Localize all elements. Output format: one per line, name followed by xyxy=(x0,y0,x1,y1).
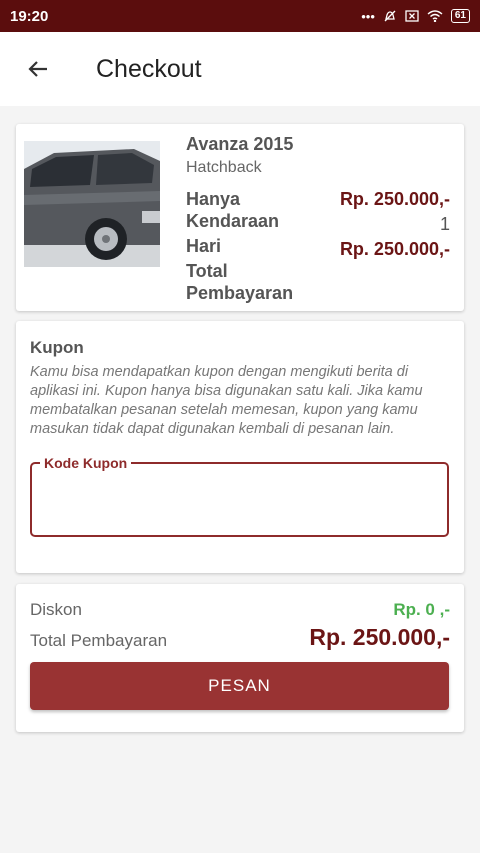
vehicle-card: Avanza 2015 Hatchback Hanya Rp. 250.000,… xyxy=(16,124,464,311)
price-value: Rp. 250.000,- xyxy=(339,189,450,209)
car-image xyxy=(24,141,160,267)
discount-label: Diskon xyxy=(30,600,82,619)
status-bar: 19:20 ••• 61 xyxy=(0,0,480,32)
more-dots-icon: ••• xyxy=(361,8,375,24)
vehicle-name: Avanza 2015 xyxy=(186,134,294,154)
total-payment-value: Rp. 250.000,- xyxy=(309,624,450,650)
coupon-card: Kupon Kamu bisa mendapatkan kupon dengan… xyxy=(16,321,464,573)
status-time: 19:20 xyxy=(10,7,49,25)
wifi-icon xyxy=(427,10,443,22)
status-icons: ••• 61 xyxy=(361,9,470,24)
back-button[interactable] xyxy=(18,49,58,89)
sim-x-icon xyxy=(405,10,419,22)
price-label: Hanya xyxy=(186,189,241,209)
bell-off-icon xyxy=(384,10,396,22)
coupon-description: Kamu bisa mendapatkan kupon dengan mengi… xyxy=(30,364,423,437)
coupon-code-label: Kode Kupon xyxy=(40,455,132,471)
coupon-code-input[interactable]: Kode Kupon xyxy=(30,455,449,537)
days-label: Hari xyxy=(186,236,222,256)
vehicle-image xyxy=(24,141,160,267)
vehicle-count-label: Kendaraan xyxy=(186,211,280,231)
total-label-line1: Total xyxy=(186,261,228,281)
coupon-title: Kupon xyxy=(30,338,84,357)
days-value: Rp. 250.000,- xyxy=(339,239,450,259)
vehicle-type: Hatchback xyxy=(186,159,262,176)
total-label-line2: Pembayaran xyxy=(186,283,294,303)
total-payment-label: Total Pembayaran xyxy=(30,631,168,650)
order-button[interactable]: PESAN xyxy=(30,662,449,710)
page-title: Checkout xyxy=(96,54,202,83)
summary-card: Diskon Rp. 0 ,- Total Pembayaran Rp. 250… xyxy=(16,584,464,732)
arrow-left-icon xyxy=(28,61,47,77)
app-bar: Checkout xyxy=(0,32,480,106)
discount-value: Rp. 0 ,- xyxy=(393,600,450,619)
vehicle-count-value: 1 xyxy=(439,214,450,234)
battery-icon: 61 xyxy=(450,9,470,23)
